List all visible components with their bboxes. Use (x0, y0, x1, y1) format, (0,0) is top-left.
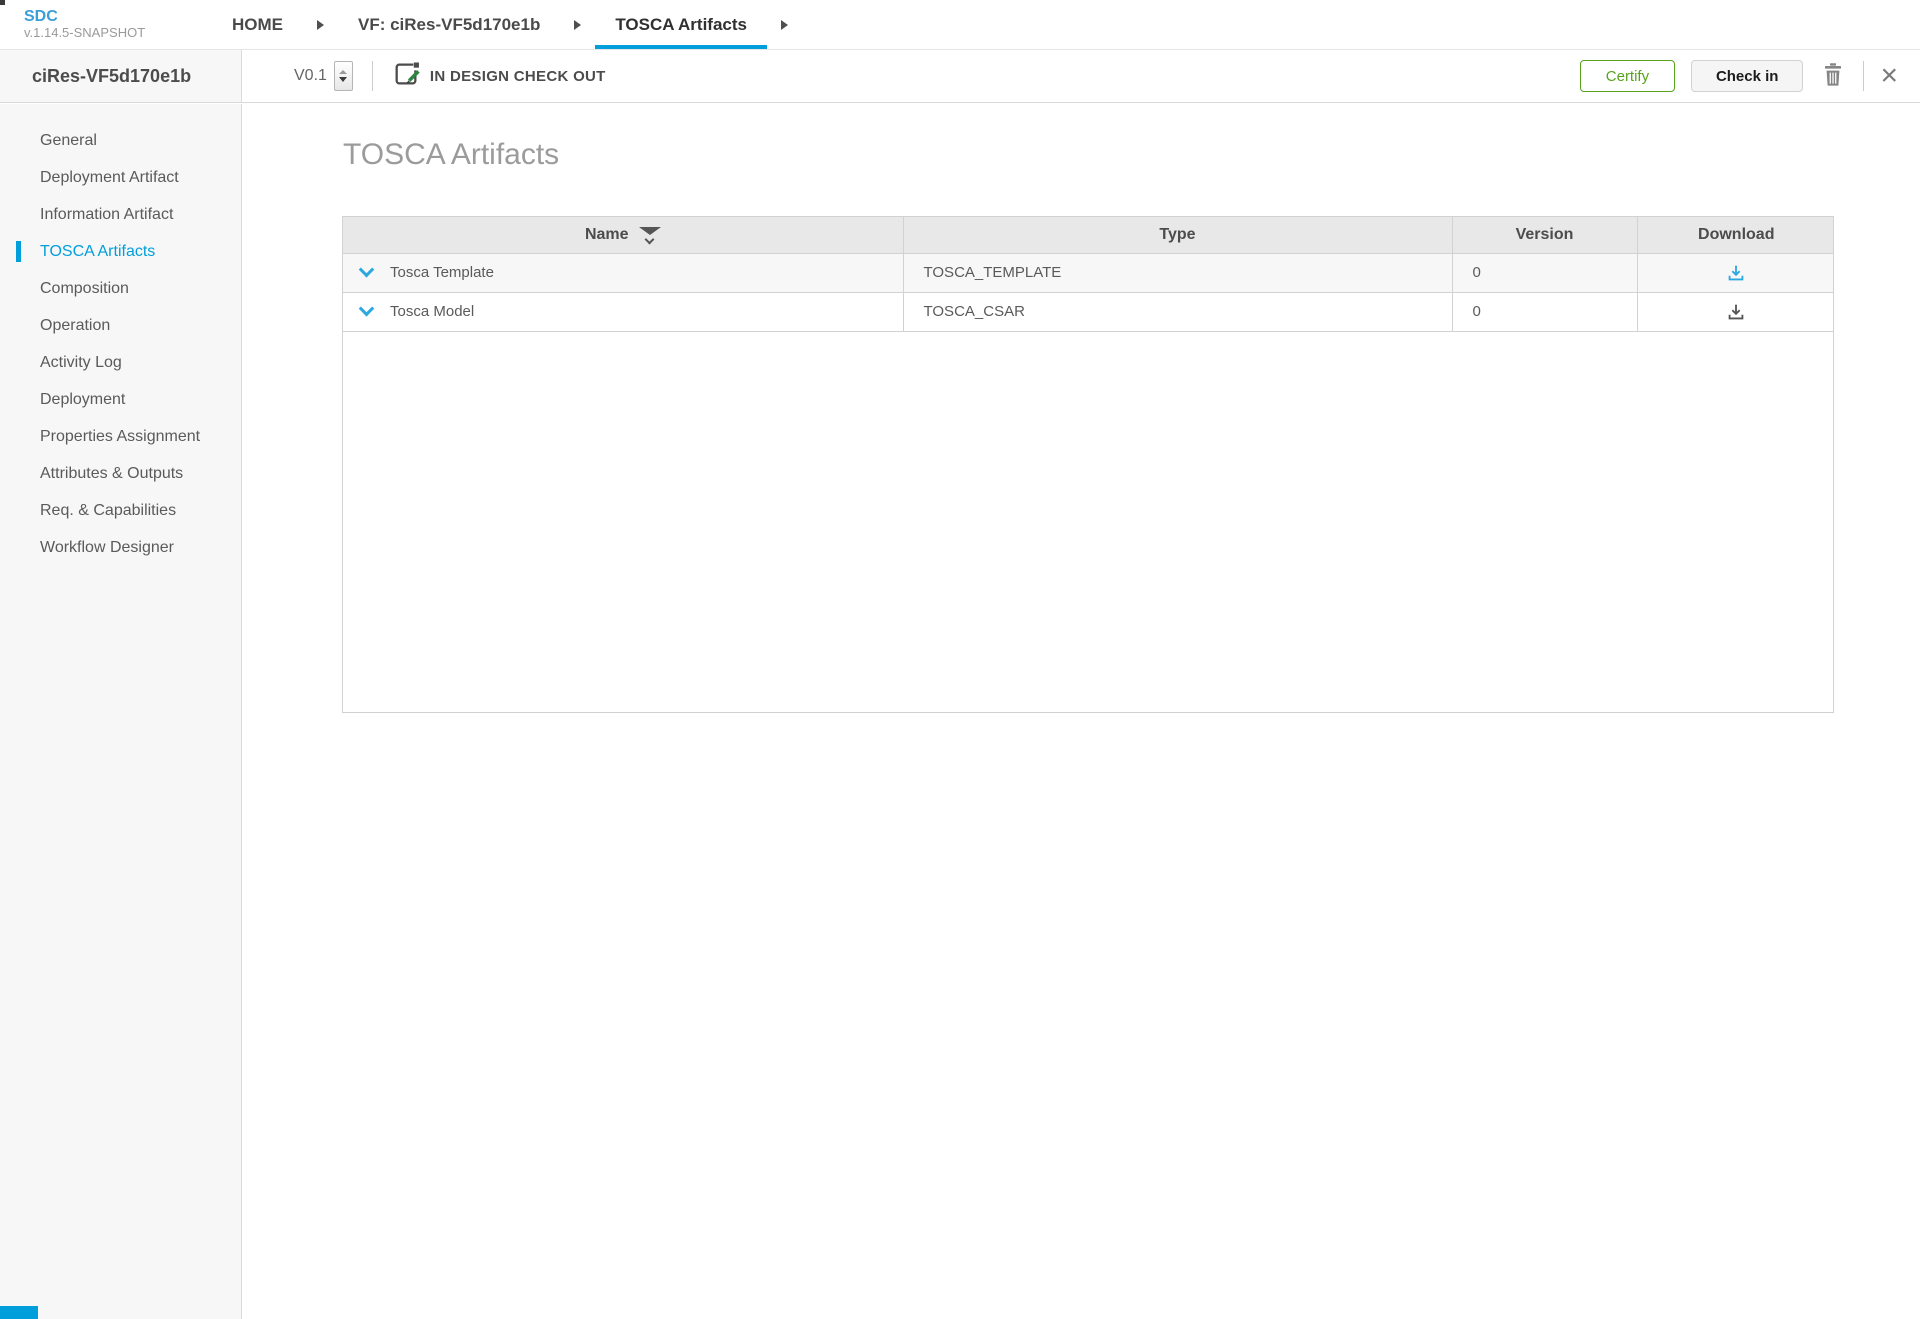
bottom-left-badge (0, 1306, 38, 1319)
version-label: V0.1 (294, 67, 327, 85)
sidebar-item-tosca-artifacts[interactable]: TOSCA Artifacts (0, 233, 241, 270)
sidebar-item-properties-assignment[interactable]: Properties Assignment (0, 418, 241, 455)
expand-chevron-icon[interactable] (359, 301, 375, 317)
lifecycle-state-label: IN DESIGN CHECK OUT (430, 68, 606, 85)
breadcrumb-tab-home[interactable]: HOME (212, 0, 303, 49)
sidebar-item-information-artifact[interactable]: Information Artifact (0, 196, 241, 233)
artifact-version: 0 (1452, 253, 1637, 292)
breadcrumb-tab-tosca-artifacts[interactable]: TOSCA Artifacts (595, 0, 767, 49)
checkin-button[interactable]: Check in (1691, 60, 1804, 92)
app-version: v.1.14.5-SNAPSHOT (24, 26, 152, 41)
toolbar-actions: Certify Check in × (1580, 60, 1906, 92)
artifact-type: TOSCA_CSAR (903, 292, 1452, 331)
close-icon: × (1880, 59, 1898, 92)
toolbar-divider (1863, 61, 1864, 91)
sidebar-item-workflow-designer[interactable]: Workflow Designer (0, 529, 241, 566)
spinner-down-icon (339, 77, 347, 82)
lifecycle-state: IN DESIGN CHECK OUT (392, 60, 606, 93)
breadcrumb-arrow-icon (781, 20, 788, 30)
sidebar-item-operation[interactable]: Operation (0, 307, 241, 344)
artifact-name: Tosca Model (390, 303, 474, 320)
column-header-name[interactable]: Name (343, 217, 903, 253)
sidebar-item-deployment-artifact[interactable]: Deployment Artifact (0, 159, 241, 196)
breadcrumb-arrow-icon (574, 20, 581, 30)
sidebar-item-general[interactable]: General (0, 122, 241, 159)
checkout-edit-icon (392, 60, 420, 93)
tosca-artifacts-table: Name Type Version Download (342, 216, 1834, 713)
table-header-row: Name Type Version Download (343, 217, 1834, 253)
sidebar-item-deployment[interactable]: Deployment (0, 381, 241, 418)
breadcrumb: HOME VF: ciRes-VF5d170e1b TOSCA Artifact… (212, 0, 802, 49)
version-selector: V0.1 (294, 61, 353, 91)
expand-chevron-icon[interactable] (359, 262, 375, 278)
breadcrumb-tab-vf[interactable]: VF: ciRes-VF5d170e1b (338, 0, 560, 49)
app-logo: SDC v.1.14.5-SNAPSHOT (24, 8, 152, 41)
sidebar-item-composition[interactable]: Composition (0, 270, 241, 307)
resource-title: ciRes-VF5d170e1b (0, 50, 242, 102)
sidebar-nav: General Deployment Artifact Information … (0, 104, 242, 1319)
artifact-type: TOSCA_TEMPLATE (903, 253, 1452, 292)
column-header-name-label: Name (585, 226, 629, 244)
download-icon (1725, 301, 1747, 323)
corner-notch (0, 0, 5, 5)
trash-icon (1821, 61, 1845, 92)
sidebar-item-req-capabilities[interactable]: Req. & Capabilities (0, 492, 241, 529)
column-header-download[interactable]: Download (1637, 217, 1834, 253)
table-row: Tosca Template TOSCA_TEMPLATE 0 (343, 253, 1834, 292)
workspace-toolbar: ciRes-VF5d170e1b V0.1 IN DESIGN CHECK OU… (0, 50, 1920, 103)
download-icon (1725, 262, 1747, 284)
sort-icon (639, 227, 661, 243)
close-button[interactable]: × (1880, 61, 1898, 91)
delete-button[interactable] (1821, 61, 1845, 92)
sidebar-item-activity-log[interactable]: Activity Log (0, 344, 241, 381)
toolbar-divider (372, 61, 373, 91)
column-header-version[interactable]: Version (1452, 217, 1637, 253)
spinner-up-icon (339, 70, 347, 74)
certify-button[interactable]: Certify (1580, 60, 1675, 92)
page-title: TOSCA Artifacts (343, 138, 559, 172)
sidebar-item-attributes-outputs[interactable]: Attributes & Outputs (0, 455, 241, 492)
main-content: TOSCA Artifacts Name Type (243, 104, 1920, 1319)
download-button[interactable] (1725, 262, 1747, 284)
version-dropdown[interactable] (334, 61, 353, 91)
app-name: SDC (24, 8, 152, 26)
column-header-type[interactable]: Type (903, 217, 1452, 253)
artifact-version: 0 (1452, 292, 1637, 331)
top-bar: SDC v.1.14.5-SNAPSHOT HOME VF: ciRes-VF5… (0, 0, 1920, 50)
breadcrumb-arrow-icon (317, 20, 324, 30)
table-row: Tosca Model TOSCA_CSAR 0 (343, 292, 1834, 331)
artifact-name: Tosca Template (390, 264, 494, 281)
download-button[interactable] (1725, 301, 1747, 323)
